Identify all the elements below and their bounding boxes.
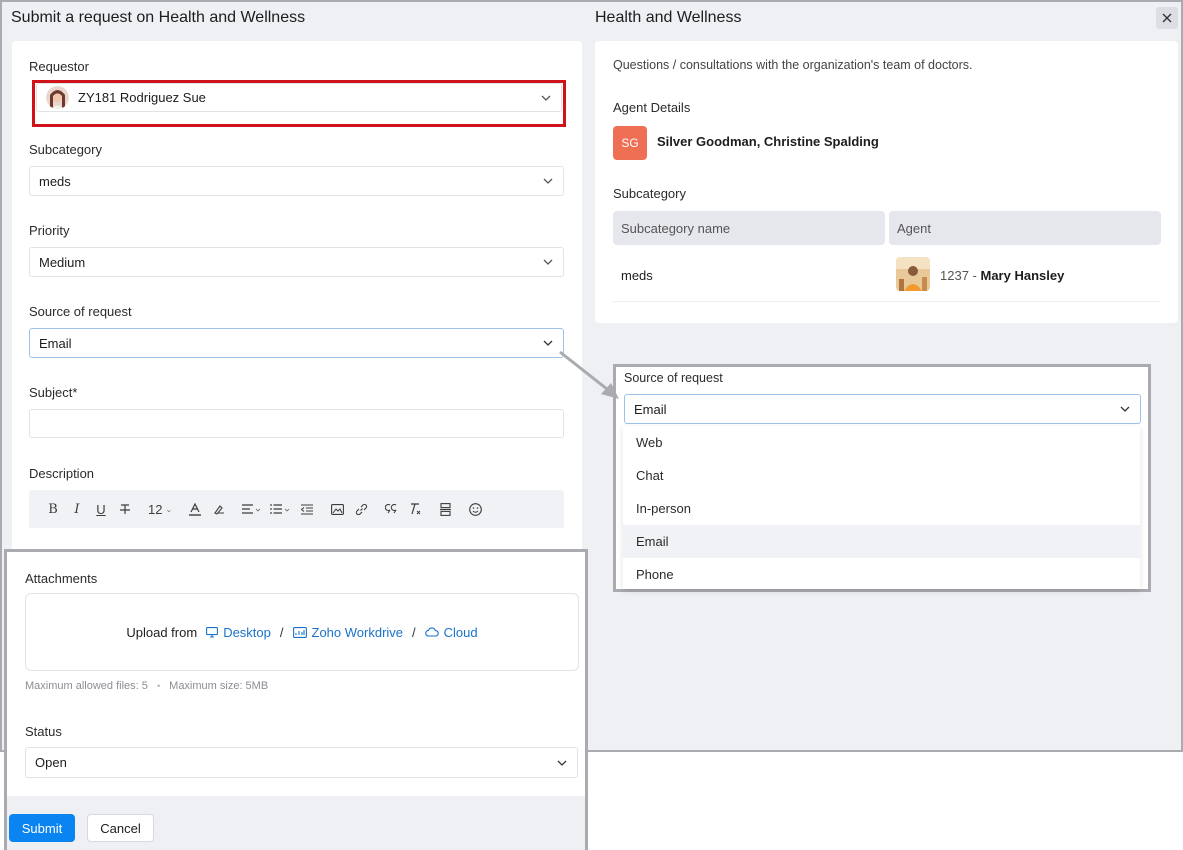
source-value: Email [39,335,72,351]
close-icon [1162,13,1172,23]
source-options-list: Web Chat In-person Email Phone [623,426,1140,589]
font-size-value: 12 [148,501,163,517]
italic-icon[interactable]: I [70,499,84,519]
emoji-icon[interactable] [468,499,482,519]
cancel-button[interactable]: Cancel [87,814,154,842]
status-select[interactable]: Open [25,747,578,778]
strikethrough-icon[interactable] [118,499,132,519]
separator: / [412,624,416,640]
right-panel-title: Health and Wellness [595,9,742,26]
align-icon[interactable] [242,499,261,519]
font-size-select[interactable]: 12 ⌄ [148,499,172,519]
source-callout-value: Email [634,401,667,417]
table-header-agent: Agent [889,211,1161,245]
option-email[interactable]: Email [623,525,1140,558]
subcategory-value: meds [39,173,71,189]
desktop-label: Desktop [223,624,271,640]
attachments-section: Attachments Upload from Desktop / Zoho W… [4,549,588,850]
status-label: Status [25,724,62,739]
subcategory-label: Subcategory [29,142,102,157]
cloud-label: Cloud [443,624,478,640]
insert-block-icon[interactable] [438,499,452,519]
highlight-icon[interactable] [212,499,226,519]
submit-button[interactable]: Submit [9,814,75,842]
clear-format-icon[interactable] [408,499,422,519]
separator: / [279,624,284,640]
subcategory-section-label: Subcategory [613,186,686,201]
editor-toolbar: B I U 12 ⌄ [29,490,564,528]
requestor-highlight [32,80,566,127]
text-color-icon[interactable] [188,499,202,519]
table-header-subcategory: Subcategory name [613,211,885,245]
monitor-icon [206,626,219,638]
chevron-down-icon [543,259,553,265]
underline-icon[interactable]: U [94,499,108,519]
description-label: Description [29,466,95,481]
source-callout-label: Source of request [624,371,723,385]
priority-value: Medium [39,254,86,270]
chevron-down-icon [543,178,553,184]
agent-name: Mary Hansley [980,268,1065,283]
chevron-down-icon [543,340,553,346]
outdent-icon[interactable] [300,499,314,519]
category-details: Questions / consultations with the organ… [595,41,1178,323]
agent-avatar: SG [613,126,647,160]
bold-icon[interactable]: B [46,499,60,519]
upload-from-text: Upload from [126,624,198,640]
left-panel-title: Submit a request on Health and Wellness [11,9,306,26]
row-divider [613,301,1160,302]
agent-details-label: Agent Details [613,100,691,115]
status-value: Open [35,755,67,770]
priority-select[interactable]: Medium [29,247,564,277]
cloud-icon [424,627,439,637]
upload-desktop-link[interactable]: Desktop [206,625,271,640]
close-button[interactable] [1156,7,1178,29]
max-size-text: Maximum size: 5MB [169,680,269,692]
subcategory-select[interactable]: meds [29,166,564,196]
workdrive-icon [292,626,307,638]
option-chat[interactable]: Chat [623,459,1140,492]
image-icon[interactable] [330,499,344,519]
link-icon[interactable] [354,499,368,519]
row-subcategory-name: meds [621,268,653,283]
separator-dot: • [156,681,161,691]
agent-names: Silver Goodman, Christine Spalding [657,134,879,149]
option-in-person[interactable]: In-person [623,492,1140,525]
list-icon[interactable] [270,499,290,519]
requestor-label: Requestor [29,59,89,74]
source-dropdown-callout: Source of request Email Web Chat In-pers… [613,364,1151,592]
quote-icon[interactable] [384,499,398,519]
chevron-down-icon [557,760,567,766]
subject-label: Subject* [29,385,78,400]
source-label: Source of request [29,304,132,319]
attachments-label: Attachments [25,571,98,586]
upload-cloud-link[interactable]: Cloud [424,624,478,640]
upload-limits: Maximum allowed files: 5 • Maximum size:… [25,680,268,692]
source-callout-select[interactable]: Email [624,394,1141,424]
agent-id: 1237 - [940,268,981,283]
priority-label: Priority [29,223,70,238]
subject-input[interactable] [29,409,564,438]
option-web[interactable]: Web [623,426,1140,459]
upload-workdrive-link[interactable]: Zoho Workdrive [292,624,404,640]
agent-photo [896,257,930,291]
max-files-text: Maximum allowed files: 5 [25,680,148,692]
upload-dropzone[interactable]: Upload from Desktop / Zoho Workdrive / C… [25,593,579,671]
chevron-down-icon [1120,406,1130,412]
row-agent: 1237 - Mary Hansley [940,268,1064,283]
category-description: Questions / consultations with the organ… [613,58,973,72]
source-select[interactable]: Email [29,328,564,358]
option-phone[interactable]: Phone [623,558,1140,591]
workdrive-label: Zoho Workdrive [311,624,404,640]
